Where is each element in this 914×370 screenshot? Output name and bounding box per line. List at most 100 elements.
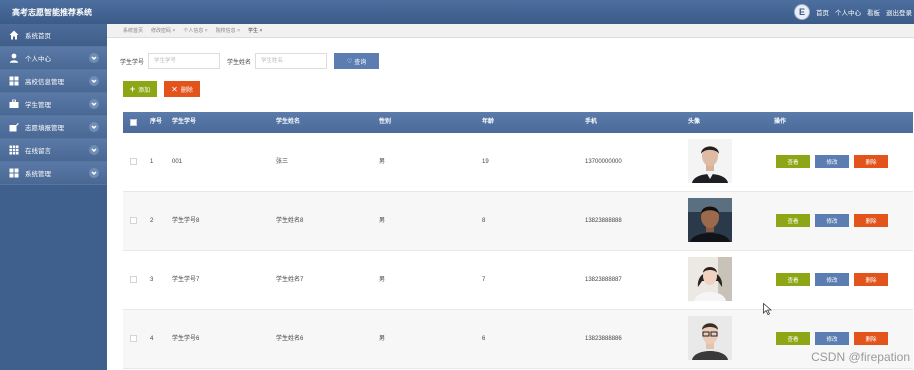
tab-label: 个人信息 (183, 28, 204, 34)
cell-phone: 13823888886 (585, 336, 622, 342)
student-avatar-image (688, 139, 732, 183)
briefcase-icon (9, 99, 19, 109)
main-content: 系统首页 修改密码 × 个人信息 × 院校信息 × 学生 × 学生学号 学生姓名… (107, 24, 914, 370)
delete-row-button[interactable]: 删除 (854, 155, 888, 168)
view-button[interactable]: 查看 (776, 273, 810, 286)
sidebar-item-profile[interactable]: 个人中心 (0, 47, 107, 70)
nav-profile-link[interactable]: 个人中心 (835, 7, 861, 17)
tab-change-password[interactable]: 修改密码 × (151, 27, 175, 34)
tab-university-info[interactable]: 院校信息 × (216, 27, 240, 34)
user-icon (9, 53, 19, 63)
cell-age: 19 (482, 159, 489, 165)
nav-home-link[interactable]: 首页 (816, 7, 829, 17)
col-student-name: 学生姓名 (276, 119, 301, 125)
cell-gender: 男 (379, 336, 386, 342)
select-all-checkbox[interactable] (130, 119, 137, 126)
query-button[interactable]: ♡ 查询 (334, 53, 380, 69)
col-phone: 手机 (585, 119, 598, 125)
home-icon (9, 30, 19, 40)
sidebar: 系统首页 个人中心 高校信息管理 学生管理 志愿填报管理 在线留言 系统管理 (0, 24, 107, 370)
view-button[interactable]: 查看 (776, 332, 810, 345)
sidebar-item-home[interactable]: 系统首页 (0, 24, 107, 47)
sidebar-item-label: 在线留言 (25, 148, 51, 155)
cell-student-id: 001 (172, 159, 183, 165)
table-row: 1 001 张三 男 19 13700000000 查看 修改 删除 (123, 133, 913, 192)
col-age: 年龄 (482, 119, 495, 125)
tab-label: 学生 (248, 28, 259, 34)
col-student-id: 学生学号 (172, 119, 197, 125)
cell-index: 2 (150, 218, 154, 224)
chevron-down-icon[interactable] (89, 76, 99, 86)
avatar[interactable]: E (794, 4, 810, 20)
delete-row-button[interactable]: 删除 (854, 273, 888, 286)
grid-icon (9, 76, 19, 86)
cell-age: 6 (482, 336, 486, 342)
row-checkbox[interactable] (130, 217, 137, 224)
close-icon[interactable]: × (172, 28, 175, 34)
cell-index: 3 (150, 277, 154, 283)
sidebar-item-university[interactable]: 高校信息管理 (0, 70, 107, 93)
student-name-input[interactable] (255, 53, 328, 69)
search-bar: 学生学号 学生姓名 ♡ 查询 (120, 53, 380, 69)
cell-gender: 男 (379, 218, 386, 224)
view-button[interactable]: 查看 (776, 214, 810, 227)
edit-button[interactable]: 修改 (815, 214, 849, 227)
close-icon[interactable]: × (205, 28, 208, 34)
row-checkbox[interactable] (130, 276, 137, 283)
close-icon[interactable]: × (237, 28, 240, 34)
sidebar-item-students[interactable]: 学生管理 (0, 93, 107, 116)
tab-label: 院校信息 (215, 28, 236, 34)
delete-button-label: 删除 (180, 87, 193, 94)
delete-row-button[interactable]: 删除 (854, 214, 888, 227)
mouse-cursor-icon (763, 303, 772, 315)
student-name-label: 学生姓名 (227, 59, 252, 66)
query-button-label: 查询 (354, 59, 367, 66)
add-button[interactable]: + 添加 (123, 81, 157, 97)
close-icon[interactable]: × (259, 28, 262, 34)
tab-home[interactable]: 系统首页 (123, 27, 143, 34)
tab-students[interactable]: 学生 × (248, 27, 262, 34)
delete-row-button[interactable]: 删除 (854, 332, 888, 345)
col-gender: 性别 (379, 119, 392, 125)
student-avatar-image (688, 257, 732, 301)
chevron-down-icon[interactable] (89, 145, 99, 155)
nav-logout-link[interactable]: 退出登录 (886, 7, 912, 17)
grid-icon (9, 168, 19, 178)
sidebar-item-messages[interactable]: 在线留言 (0, 139, 107, 162)
student-avatar-image (688, 316, 732, 360)
chevron-down-icon[interactable] (89, 53, 99, 63)
cell-gender: 男 (379, 277, 386, 283)
nav-board-link[interactable]: 看板 (867, 7, 880, 17)
edit-button[interactable]: 修改 (815, 273, 849, 286)
cell-phone: 13823888888 (585, 218, 622, 224)
cell-age: 7 (482, 277, 486, 283)
student-id-input[interactable] (148, 53, 221, 69)
chevron-down-icon[interactable] (89, 168, 99, 178)
add-button-label: 添加 (138, 87, 151, 94)
table-row: 4 学生学号6 学生姓名6 男 6 13823888886 查看 修改 删除 (123, 310, 913, 369)
sidebar-item-system[interactable]: 系统管理 (0, 162, 107, 185)
cell-student-id: 学生学号7 (172, 277, 200, 283)
table-row: 2 学生学号8 学生姓名8 男 8 13823888888 查看 修改 删除 (123, 192, 913, 251)
tab-personal-info[interactable]: 个人信息 × (183, 27, 207, 34)
view-button[interactable]: 查看 (776, 155, 810, 168)
row-checkbox[interactable] (130, 158, 137, 165)
col-actions: 操作 (774, 119, 787, 125)
sidebar-item-label: 学生管理 (25, 102, 51, 109)
close-icon: ✕ (171, 84, 178, 94)
sidebar-item-applications[interactable]: 志愿填报管理 (0, 116, 107, 139)
top-bar: 高考志愿智能推荐系统 E 首页 个人中心 看板 退出登录 (0, 0, 914, 24)
row-checkbox[interactable] (130, 335, 137, 342)
edit-button[interactable]: 修改 (815, 332, 849, 345)
cell-age: 8 (482, 218, 486, 224)
watermark: CSDN @firepation (811, 350, 910, 364)
sidebar-item-label: 高校信息管理 (25, 79, 64, 86)
tab-bar: 系统首页 修改密码 × 个人信息 × 院校信息 × 学生 × (107, 24, 914, 38)
cell-phone: 13823888887 (585, 277, 622, 283)
cell-gender: 男 (379, 159, 386, 165)
edit-button[interactable]: 修改 (815, 155, 849, 168)
delete-button[interactable]: ✕ 删除 (164, 81, 200, 97)
cell-index: 4 (150, 336, 154, 342)
chevron-down-icon[interactable] (89, 122, 99, 132)
chevron-down-icon[interactable] (89, 99, 99, 109)
